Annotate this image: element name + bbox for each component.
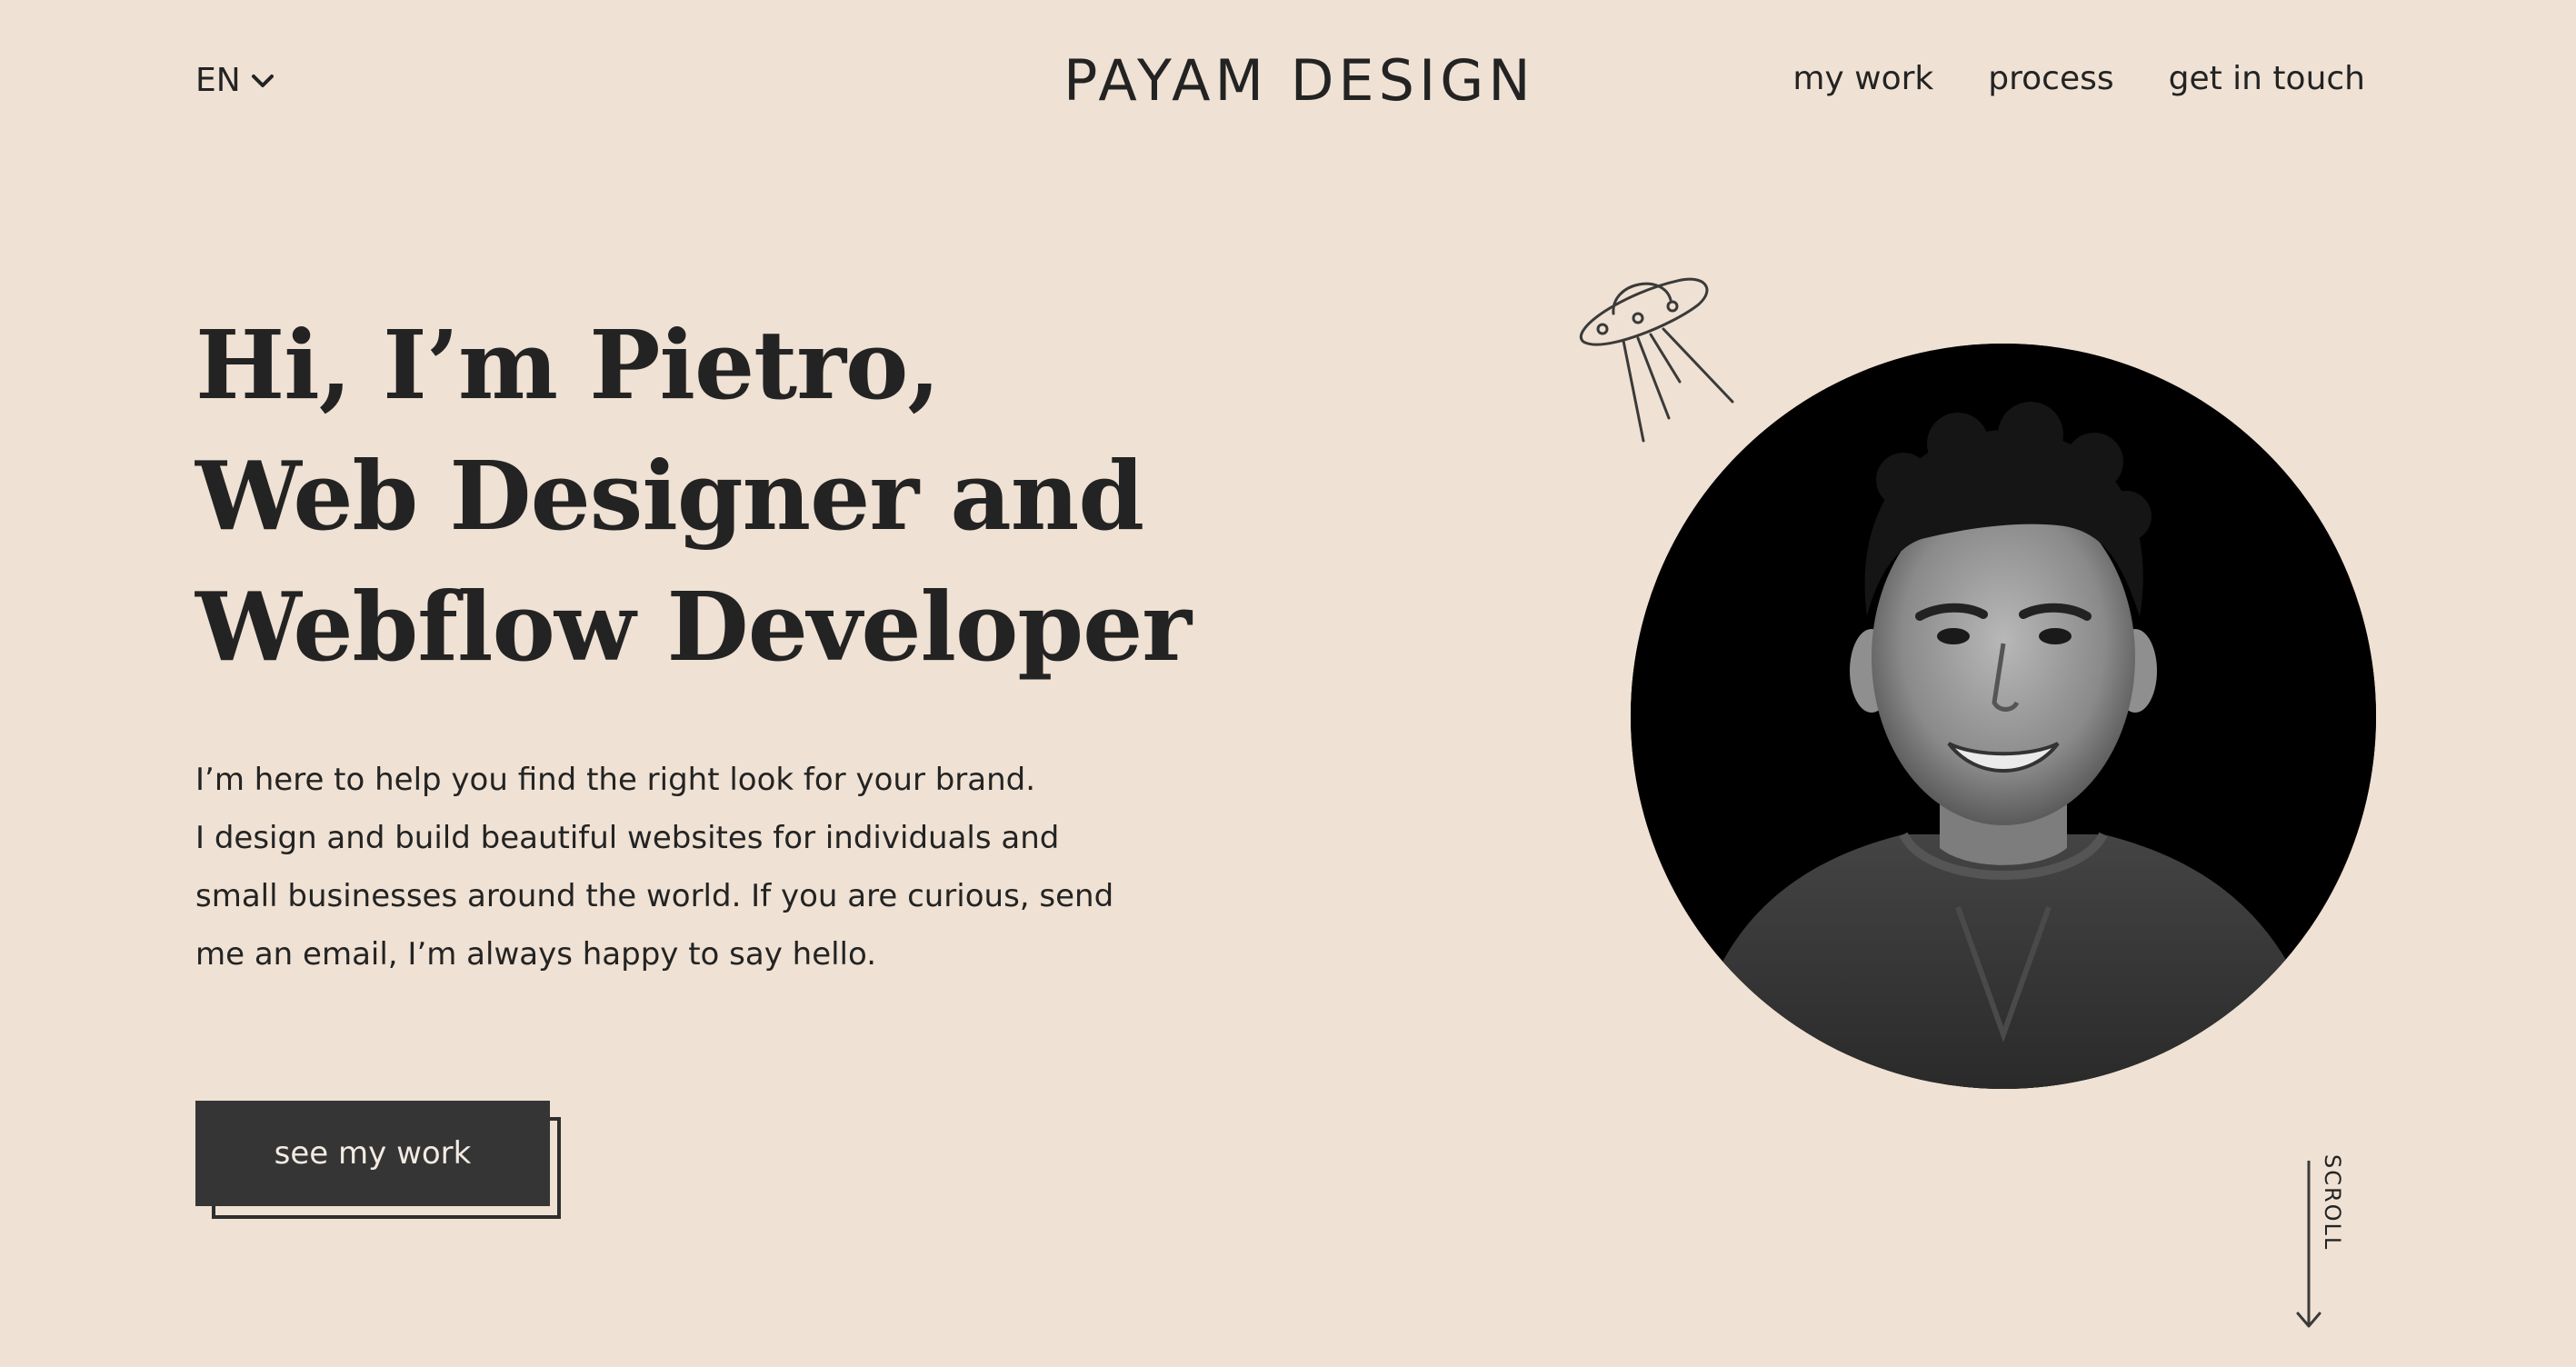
hero-heading-line: Webflow Developer: [195, 571, 1192, 683]
ufo-icon: [1580, 277, 1734, 443]
scroll-label: SCROLL: [2320, 1154, 2345, 1252]
nav-link-process[interactable]: process: [1988, 60, 2113, 97]
profile-photo: [1631, 344, 2376, 1089]
nav-link-my-work[interactable]: my work: [1792, 60, 1933, 97]
intro-line: me an email, I’m always happy to say hel…: [195, 936, 877, 973]
language-label: EN: [195, 62, 241, 99]
see-my-work-button[interactable]: see my work: [195, 1101, 550, 1206]
nav-link-get-in-touch[interactable]: get in touch: [2169, 60, 2365, 97]
main-nav: my work process get in touch: [1792, 60, 2365, 97]
intro-line: I design and build beautiful websites fo…: [195, 820, 1060, 856]
portrait-image: [1631, 344, 2376, 1089]
language-selector[interactable]: EN: [195, 62, 275, 99]
arrow-down-icon[interactable]: [2294, 1159, 2323, 1332]
cta-container: see my work: [195, 1101, 566, 1224]
hero-heading: Hi, I’m Pietro, Web Designer and Webflow…: [195, 300, 1192, 693]
hero-heading-line: Web Designer and: [195, 440, 1144, 552]
hero-intro: I’m here to help you find the right look…: [195, 751, 1114, 983]
hero-heading-line: Hi, I’m Pietro,: [195, 309, 941, 421]
brand-logo[interactable]: PAYAM DESIGN: [1063, 47, 1531, 114]
hero-page: EN PAYAM DESIGN my work process get in t…: [0, 0, 2576, 1367]
chevron-down-icon: [251, 74, 274, 87]
intro-line: I’m here to help you find the right look…: [195, 762, 1036, 798]
intro-line: small businesses around the world. If yo…: [195, 878, 1114, 914]
